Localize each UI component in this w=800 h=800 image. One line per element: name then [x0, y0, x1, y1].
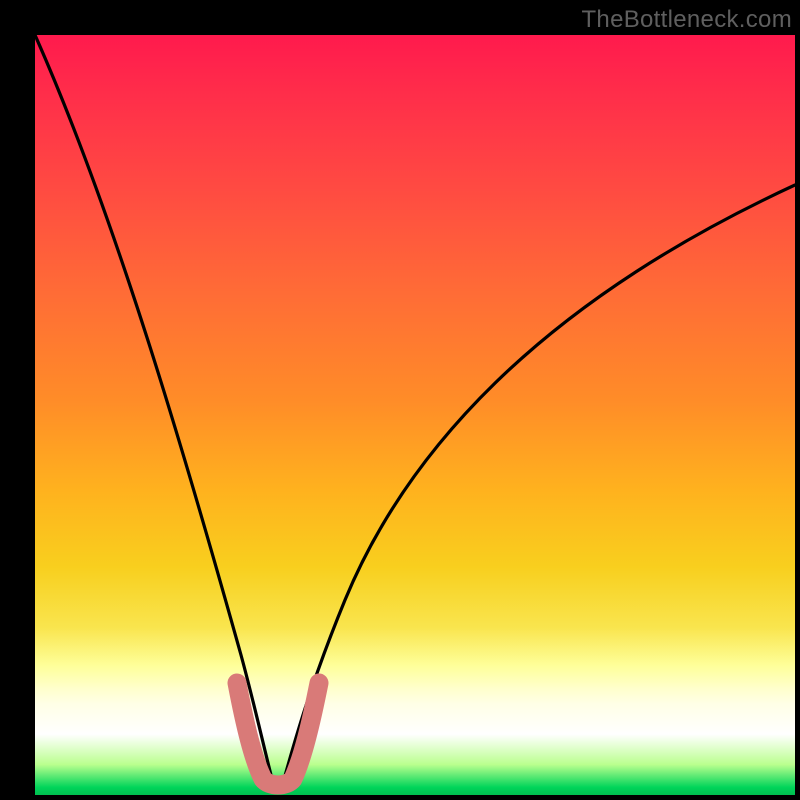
watermark-text: TheBottleneck.com	[581, 6, 792, 34]
bottleneck-curve	[35, 35, 795, 783]
chart-svg	[35, 35, 795, 795]
valley-highlight	[237, 683, 319, 785]
plot-area	[35, 35, 795, 795]
chart-frame: TheBottleneck.com	[0, 0, 800, 800]
